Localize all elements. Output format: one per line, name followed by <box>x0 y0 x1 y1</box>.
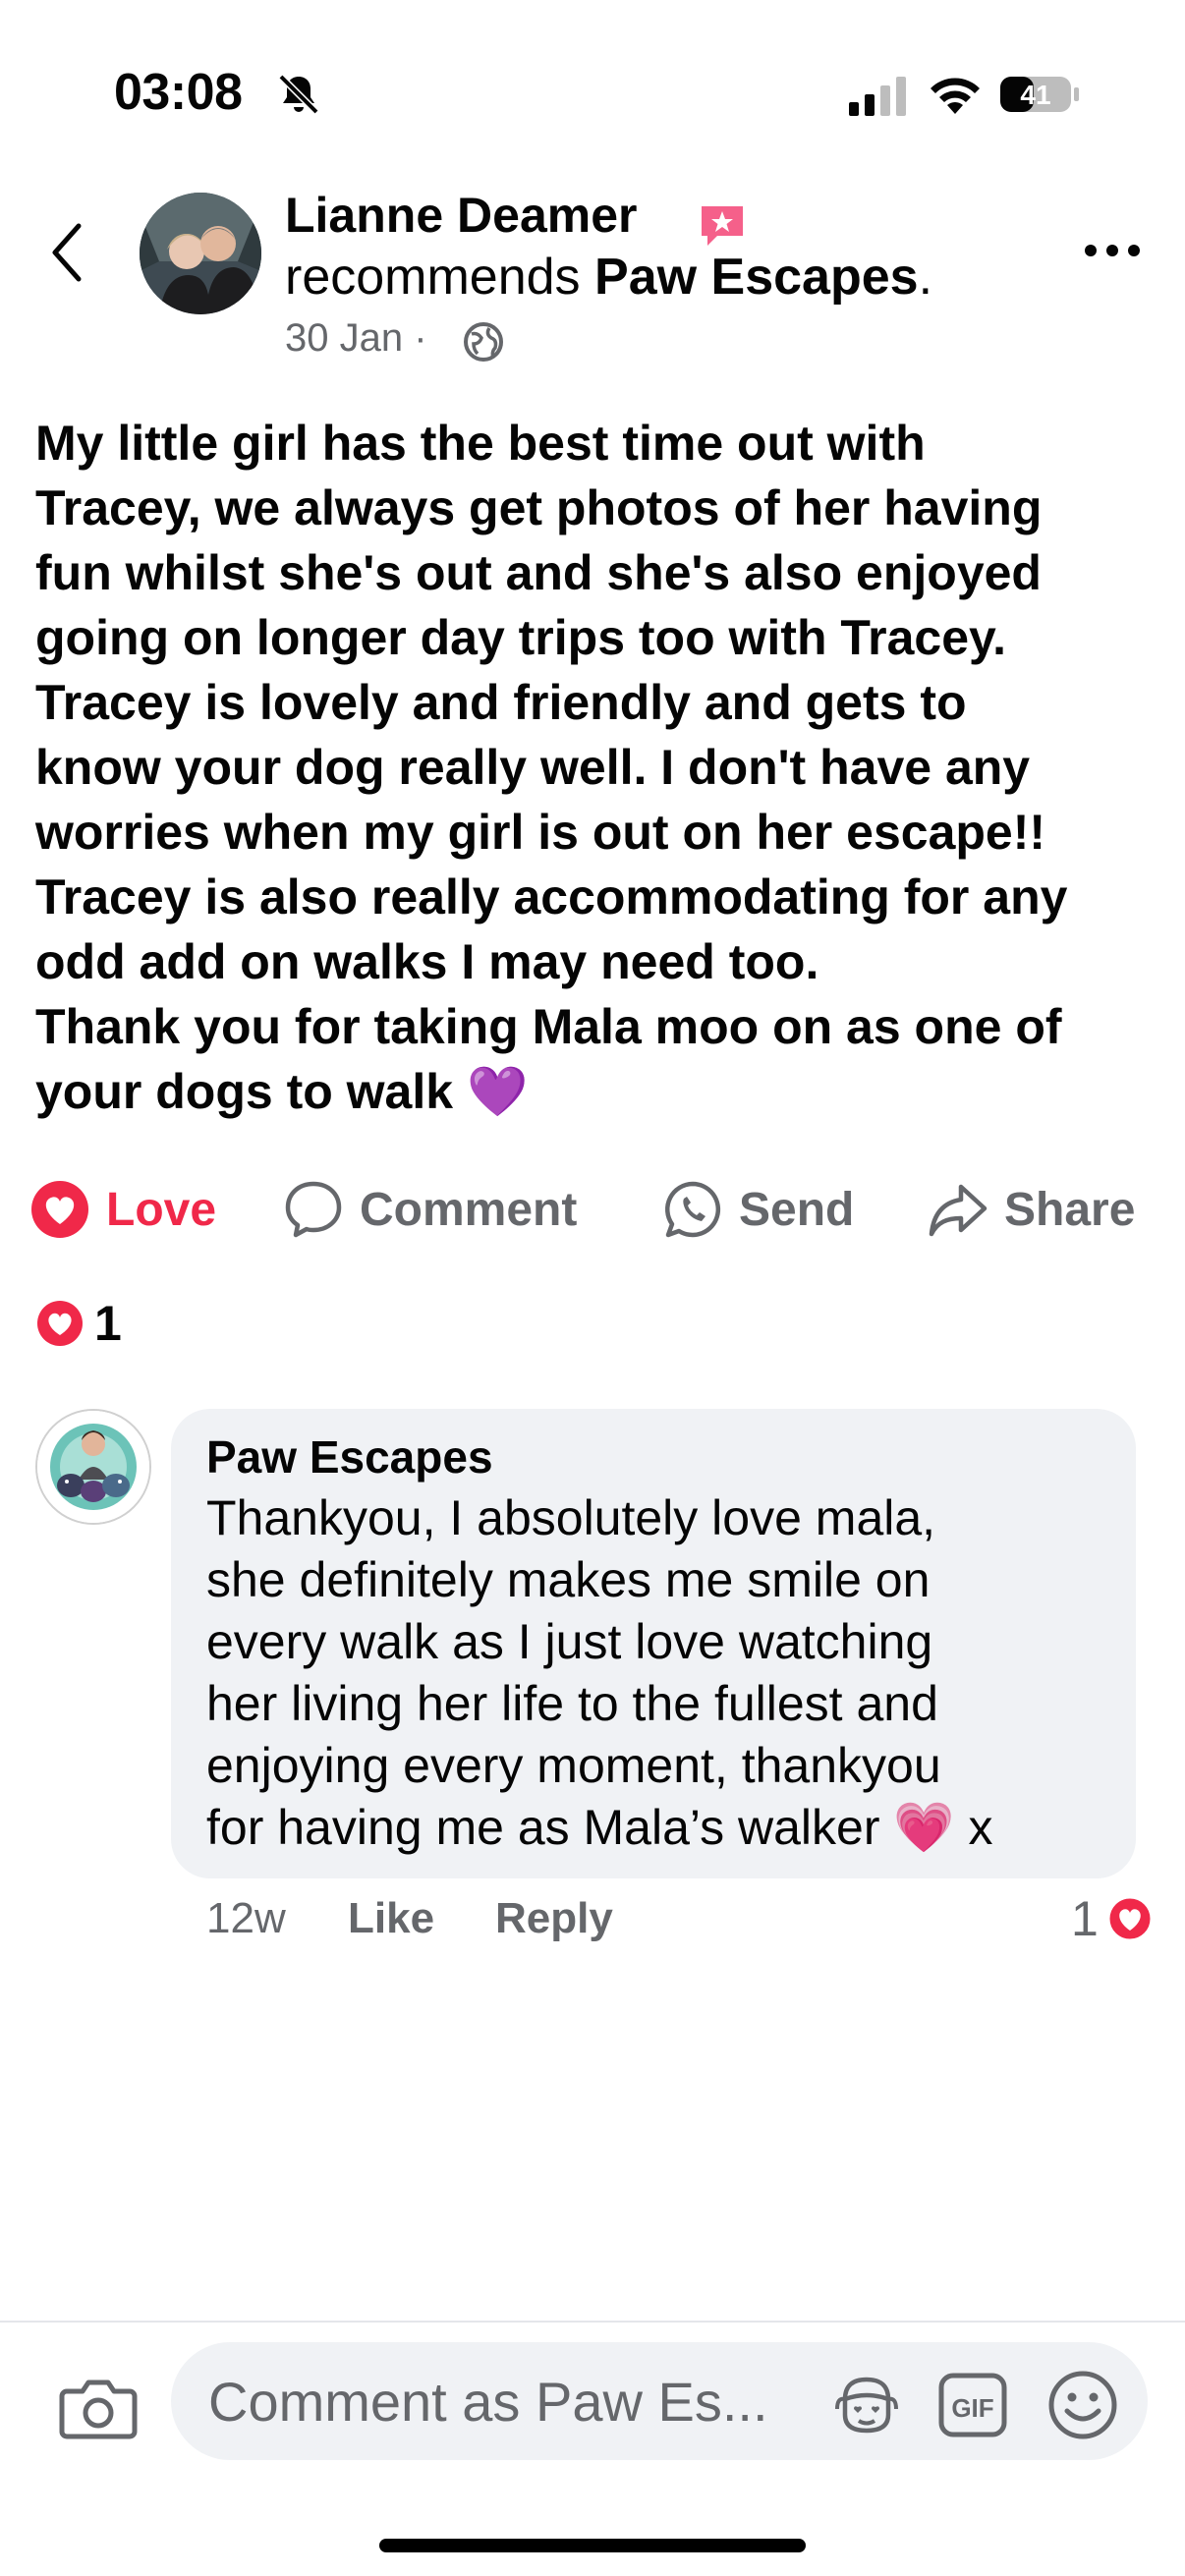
period: . <box>918 249 933 306</box>
post-text: My little girl has the best time out wit… <box>35 416 1068 1119</box>
author-avatar[interactable] <box>140 193 261 314</box>
comment-text: Thankyou, I absolutely love mala, she de… <box>206 1490 993 1855</box>
globe-icon <box>464 322 503 362</box>
recommendation-badge-icon <box>702 206 743 246</box>
comment-author[interactable]: Paw Escapes <box>206 1430 493 1484</box>
share-arrow-icon <box>929 1184 988 1237</box>
more-options-icon[interactable] <box>1083 236 1142 265</box>
love-button[interactable]: Love <box>29 1175 216 1244</box>
post-date-line: 30 Jan · <box>285 316 427 361</box>
battery-level: 41 <box>1020 80 1050 110</box>
back-chevron-icon[interactable] <box>47 220 86 285</box>
love-reaction-icon <box>1106 1895 1154 1942</box>
avatar-sticker-icon[interactable] <box>831 2370 902 2440</box>
love-reaction-icon <box>37 1301 83 1346</box>
bell-slash-icon <box>278 74 319 115</box>
comment-like-button[interactable]: Like <box>348 1894 434 1943</box>
comment-button[interactable]: Comment <box>283 1175 577 1244</box>
svg-text:GIF: GIF <box>951 2393 993 2423</box>
send-button[interactable]: Send <box>662 1175 854 1244</box>
comment-timestamp[interactable]: 12w <box>206 1894 286 1943</box>
send-label: Send <box>739 1183 855 1236</box>
post-author-name[interactable]: Lianne Deamer <box>285 187 637 244</box>
comment-reaction-count: 1 <box>1071 1891 1099 1946</box>
signal-icon <box>849 77 906 116</box>
page-name-link[interactable]: Paw Escapes <box>594 249 919 306</box>
wifi-icon <box>931 78 980 114</box>
comment-reaction-summary[interactable]: 1 <box>1071 1890 1154 1947</box>
comment-input-placeholder: Comment as Paw Es... <box>208 2371 768 2433</box>
comment-reply-button[interactable]: Reply <box>495 1894 613 1943</box>
comment-label: Comment <box>360 1183 578 1236</box>
share-button[interactable]: Share <box>928 1175 1135 1244</box>
post-reaction-summary[interactable]: 1 <box>35 1295 122 1352</box>
commenter-avatar[interactable] <box>35 1409 151 1525</box>
date-separator: · <box>414 316 427 360</box>
love-reaction-icon <box>31 1181 88 1238</box>
whatsapp-icon <box>664 1181 721 1238</box>
recommendation-line: recommends Paw Escapes. <box>285 248 932 307</box>
battery-icon: 41 <box>998 73 1081 116</box>
love-label: Love <box>106 1183 217 1236</box>
emoji-icon[interactable] <box>1045 2368 1120 2442</box>
home-indicator[interactable] <box>379 2539 806 2552</box>
camera-icon[interactable] <box>57 2366 140 2448</box>
composer-divider <box>0 2321 1185 2323</box>
share-label: Share <box>1004 1183 1136 1236</box>
reaction-count: 1 <box>94 1296 122 1351</box>
gif-icon[interactable]: GIF <box>937 2372 1008 2438</box>
status-time: 03:08 <box>114 64 243 121</box>
post-date[interactable]: 30 Jan <box>285 316 403 360</box>
recommends-text: recommends <box>285 249 581 306</box>
comment-bubble-icon <box>285 1181 342 1238</box>
